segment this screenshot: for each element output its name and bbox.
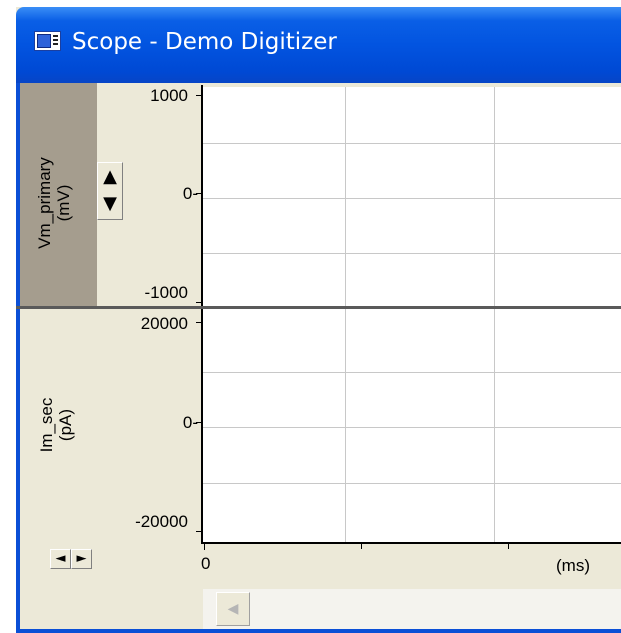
triangle-left-icon[interactable]: ◄: [50, 549, 71, 569]
triangle-right-icon[interactable]: ►: [71, 549, 92, 569]
channel-label-vm-primary: Vm_primary (mV): [35, 123, 75, 283]
scope-window-icon[interactable]: [34, 31, 61, 51]
scope-buttons-glyph: [53, 35, 58, 47]
window-bottom-border: [16, 629, 621, 633]
scope-window: Scope - Demo Digitizer Vm_primary (mV) ▲…: [16, 7, 621, 633]
grid-line-horizontal: [203, 483, 621, 484]
y-tick-bottom-ch2: -20000: [135, 512, 188, 531]
grid-line-horizontal: [203, 427, 621, 428]
y-tick-mark: [196, 193, 202, 194]
y-tick-top-ch1: 1000: [150, 86, 188, 105]
plot-area[interactable]: [203, 87, 621, 542]
scope-screen-glyph: [37, 34, 51, 48]
y-axis-line: [201, 85, 203, 543]
x-axis-area: 0 (ms): [201, 542, 621, 588]
y-tick-mid-ch1: 0-: [182, 184, 198, 203]
grid-line-vertical: [494, 87, 495, 542]
grid-line-horizontal: [203, 143, 621, 144]
x-axis-line: [201, 542, 621, 544]
window-title: Scope - Demo Digitizer: [72, 29, 337, 55]
grid-line-vertical: [345, 87, 346, 542]
y-tick-mid-ch2: 0-: [182, 413, 198, 432]
horizontal-scrollbar[interactable]: [203, 589, 621, 629]
y-tick-mark: [196, 531, 202, 532]
grid-line-horizontal: [203, 372, 621, 373]
scroll-left-button[interactable]: ◀: [216, 592, 250, 626]
channel-name: Vm_primary: [35, 157, 54, 249]
horizontal-shift-buttons: ◄ ►: [50, 549, 96, 569]
y-tick-mark: [196, 95, 202, 96]
y-tick-top-ch2: 20000: [140, 314, 188, 333]
channel-unit: (mV): [54, 184, 73, 222]
channel-name: Im_sec: [37, 397, 56, 453]
grid-line-horizontal: [203, 253, 621, 254]
y-tick-mark: [196, 322, 202, 323]
x-tick-mark: [361, 544, 362, 549]
channel-separator[interactable]: [16, 306, 621, 309]
y-tick-mark: [196, 302, 202, 303]
y-tick-mark: [196, 422, 202, 423]
channel-unit: (pA): [56, 408, 75, 442]
x-tick-start: 0: [201, 554, 211, 573]
channel-label-im-sec: Im_sec (pA): [37, 345, 77, 505]
x-tick-mark: [508, 544, 509, 549]
x-tick-mark: [204, 544, 205, 550]
grid-line-horizontal: [203, 198, 621, 199]
y-tick-bottom-ch1: -1000: [144, 283, 188, 302]
title-bar[interactable]: Scope - Demo Digitizer: [16, 7, 621, 83]
x-axis-unit: (ms): [556, 556, 590, 575]
